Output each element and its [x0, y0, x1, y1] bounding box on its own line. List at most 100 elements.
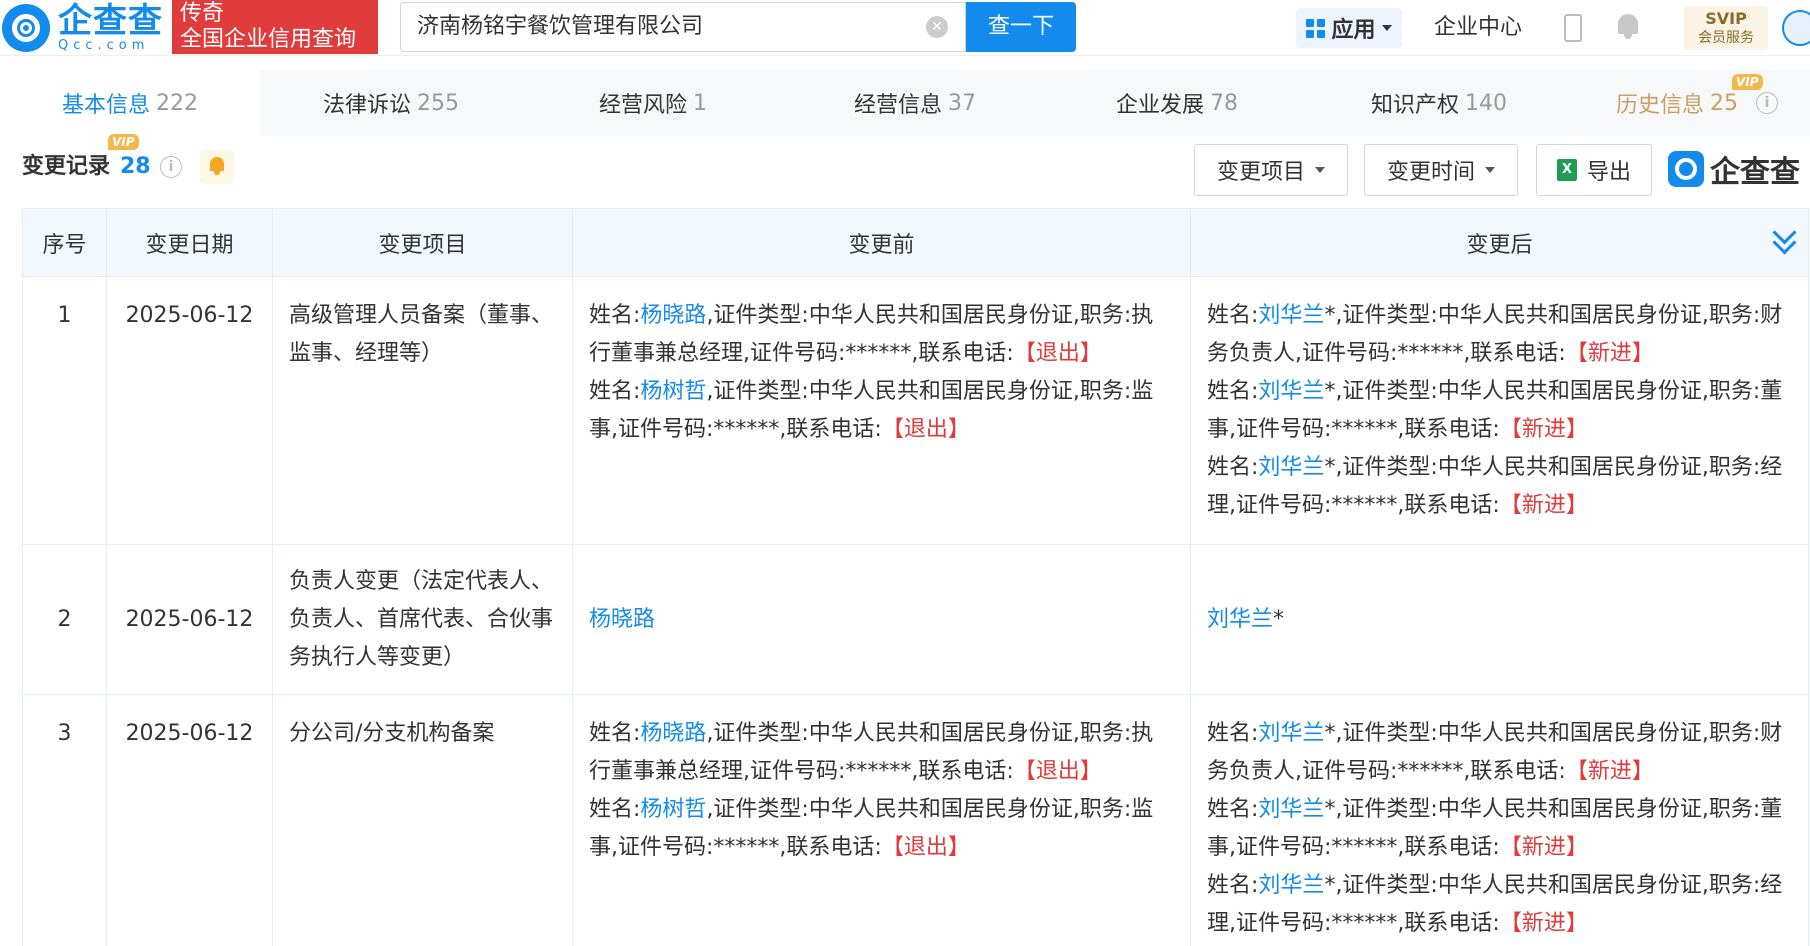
app-root: 企查查 Qcc.com 传奇 全国企业信用查询 济南杨铭宇餐饮管理有限公司 ✕ … — [0, 0, 1810, 946]
tab-operation[interactable]: 经营信息 37 — [784, 70, 1046, 136]
tab-label: 法律诉讼 — [322, 93, 411, 118]
promo-tag-line2: 全国企业信用查询 — [180, 27, 357, 52]
caret-down-icon — [1315, 167, 1325, 173]
person-link[interactable]: 刘华兰 — [1258, 303, 1324, 328]
text: 姓名: — [1207, 797, 1259, 822]
person-entry: 姓名:刘华兰*,证件类型:中华人民共和国居民身份证,职务:经理,证件号码:***… — [1207, 449, 1792, 525]
person-entry: 姓名:刘华兰*,证件类型:中华人民共和国居民身份证,职务:财务负责人,证件号码:… — [1207, 297, 1792, 373]
cell-date: 2025-06-12 — [106, 544, 273, 695]
change-record-table: 序号 变更日期 变更项目 变更前 变更后 1 2025-06-12 高级管理人员… — [22, 208, 1809, 946]
tab-legal[interactable]: 法律诉讼 255 — [260, 70, 522, 136]
logo-cn: 企查查 — [58, 1, 163, 41]
bell-icon[interactable] — [1616, 14, 1640, 40]
tab-basic-info[interactable]: 基本信息 222 — [0, 70, 260, 136]
text: 姓名: — [589, 379, 641, 404]
svip-title: SVIP — [1705, 9, 1747, 28]
text: 姓名: — [589, 721, 641, 746]
cell-before: 姓名:杨晓路,证件类型:中华人民共和国居民身份证,职务:执行董事兼总经理,证件号… — [572, 694, 1191, 946]
promo-tag-line1: 传奇 — [180, 1, 225, 26]
person-link[interactable]: 杨晓路 — [640, 303, 706, 328]
search-input[interactable]: 济南杨铭宇餐饮管理有限公司 — [400, 2, 966, 52]
qcc-logo-icon — [2, 4, 50, 52]
exit-tag: 【退出】 — [1013, 341, 1102, 366]
svip-button[interactable]: SVIP 会员服务 — [1684, 6, 1768, 50]
col-header-no: 序号 — [22, 208, 107, 277]
exit-tag: 【退出】 — [881, 417, 970, 442]
grid-icon — [1306, 18, 1326, 38]
tab-count: 140 — [1465, 90, 1507, 116]
person-link[interactable]: 刘华兰 — [1258, 721, 1324, 746]
tab-risk[interactable]: 经营风险 1 — [522, 70, 784, 136]
person-link[interactable]: 杨树哲 — [640, 379, 706, 404]
info-icon[interactable]: i — [160, 156, 182, 178]
tab-count: 1 — [693, 90, 707, 116]
text: 姓名: — [1207, 873, 1259, 898]
person-link[interactable]: 刘华兰 — [1207, 607, 1273, 632]
qcc-logo-icon — [1668, 151, 1704, 187]
person-entry: 姓名:刘华兰*,证件类型:中华人民共和国居民身份证,职务:董事,证件号码:***… — [1207, 791, 1792, 867]
person-link[interactable]: 杨树哲 — [640, 797, 706, 822]
tab-label: 知识产权 — [1370, 93, 1459, 118]
text: 姓名: — [589, 797, 641, 822]
excel-icon: X — [1556, 159, 1577, 181]
apps-menu-button[interactable]: 应用 — [1296, 8, 1402, 48]
new-tag: 【新进】 — [1499, 417, 1588, 442]
cell-after: 姓名:刘华兰*,证件类型:中华人民共和国居民身份证,职务:财务负责人,证件号码:… — [1190, 694, 1809, 946]
cell-before: 杨晓路 — [572, 544, 1191, 695]
table-header-row: 序号 变更日期 变更项目 变更前 变更后 — [22, 208, 1809, 277]
monitor-bell-icon[interactable] — [200, 150, 234, 184]
tab-bar: 基本信息 222 法律诉讼 255 经营风险 1 经营信息 37 企业发展 78 知识产权… — [0, 70, 1810, 136]
new-tag: 【新进】 — [1499, 911, 1588, 936]
text: 姓名: — [589, 303, 641, 328]
export-button[interactable]: X 导出 — [1536, 144, 1652, 196]
vip-badge: VIP — [1732, 74, 1763, 90]
col-header-before: 变更前 — [572, 208, 1191, 277]
person-link[interactable]: 刘华兰 — [1258, 455, 1324, 480]
tab-label: 企业发展 — [1115, 93, 1204, 118]
clear-icon[interactable]: ✕ — [926, 16, 948, 38]
section-title: 变更记录 — [22, 154, 111, 179]
tab-ip[interactable]: 知识产权 140 — [1308, 70, 1570, 136]
person-link[interactable]: 刘华兰 — [1258, 873, 1324, 898]
logo-text: 企查查 Qcc.com — [58, 3, 163, 53]
corp-center-link[interactable]: 企业中心 — [1434, 10, 1522, 46]
cell-item: 负责人变更（法定代表人、负责人、首席代表、合伙事务执行人等变更） — [272, 544, 573, 695]
site-logo[interactable]: 企查查 Qcc.com — [0, 0, 163, 56]
col-header-item: 变更项目 — [272, 208, 573, 277]
person-link[interactable]: 杨晓路 — [640, 721, 706, 746]
filter-change-time-dropdown[interactable]: 变更时间 — [1364, 144, 1518, 196]
text: 姓名: — [1207, 721, 1259, 746]
phone-icon[interactable] — [1564, 14, 1582, 42]
search-button[interactable]: 查一下 — [966, 2, 1076, 52]
tab-count: 222 — [156, 90, 198, 116]
brand-watermark: 企查查 — [1668, 146, 1800, 192]
cell-date: 2025-06-12 — [106, 276, 273, 545]
double-chevron-down-icon[interactable] — [1764, 220, 1804, 260]
exit-tag: 【退出】 — [1013, 759, 1102, 784]
person-entry: 姓名:刘华兰*,证件类型:中华人民共和国居民身份证,职务:董事,证件号码:***… — [1207, 373, 1792, 449]
new-tag: 【新进】 — [1499, 835, 1588, 860]
apps-label: 应用 — [1331, 18, 1376, 43]
new-tag: 【新进】 — [1499, 493, 1588, 518]
avatar[interactable] — [1782, 10, 1810, 46]
person-link[interactable]: 刘华兰 — [1258, 797, 1324, 822]
tab-label: 基本信息 — [61, 93, 150, 118]
tab-development[interactable]: 企业发展 78 — [1046, 70, 1308, 136]
tab-label: 经营信息 — [853, 93, 942, 118]
tab-count: 25 — [1710, 90, 1739, 116]
col-header-date: 变更日期 — [106, 208, 273, 277]
new-tag: 【新进】 — [1565, 341, 1654, 366]
info-icon[interactable]: i — [1756, 92, 1778, 114]
cell-date: 2025-06-12 — [106, 694, 273, 946]
section-count: 28 — [120, 154, 151, 179]
text: 姓名: — [1207, 379, 1259, 404]
person-link[interactable]: 刘华兰 — [1258, 379, 1324, 404]
filter-change-item-dropdown[interactable]: 变更项目 — [1194, 144, 1348, 196]
promo-tag[interactable]: 传奇 全国企业信用查询 — [172, 0, 378, 54]
caret-down-icon — [1381, 25, 1392, 31]
text: 姓名: — [1207, 455, 1259, 480]
person-link[interactable]: 杨晓路 — [589, 607, 655, 632]
person-entry: 姓名:杨晓路,证件类型:中华人民共和国居民身份证,职务:执行董事兼总经理,证件号… — [589, 715, 1174, 791]
svip-subtitle: 会员服务 — [1698, 30, 1754, 46]
vip-badge: VIP — [108, 134, 139, 150]
